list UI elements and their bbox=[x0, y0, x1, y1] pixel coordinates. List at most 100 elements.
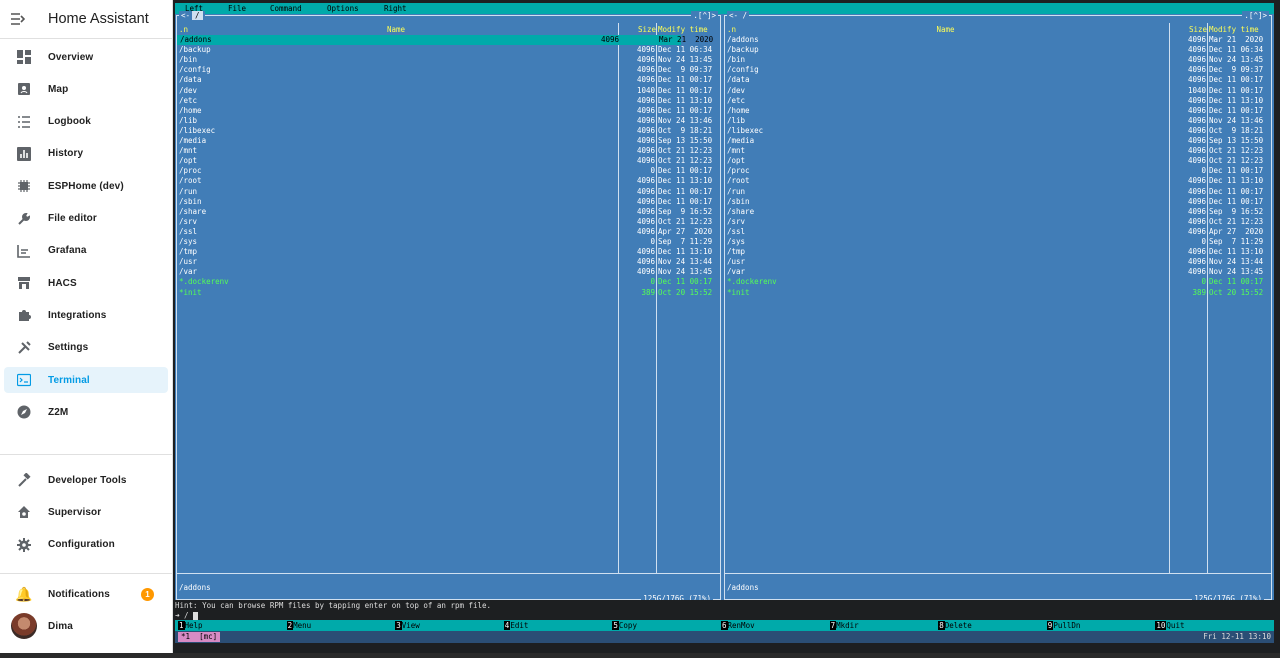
file-row[interactable]: /media 4096 Sep 13 15:50 bbox=[724, 136, 1272, 146]
file-row[interactable]: /addons 4096 Mar 21 2020 bbox=[177, 35, 713, 45]
file-row[interactable]: /sys 0 Sep 7 11:29 bbox=[724, 237, 1272, 247]
file-row[interactable]: /data 4096 Dec 11 00:17 bbox=[176, 75, 721, 85]
sidebar-item-supervisor[interactable]: Supervisor bbox=[4, 499, 168, 525]
file-row[interactable]: /opt 4096 Oct 21 12:23 bbox=[724, 156, 1272, 166]
fkey-mkdir[interactable]: 7Mkdir bbox=[829, 620, 859, 631]
sidebar-item-hacs[interactable]: HACS bbox=[4, 270, 168, 296]
tab-indicator[interactable]: *1 [mc] bbox=[178, 632, 221, 642]
menu-right[interactable]: Right bbox=[384, 4, 407, 13]
file-row[interactable]: /bin 4096 Nov 24 13:45 bbox=[176, 55, 721, 65]
file-row[interactable]: /root 4096 Dec 11 13:10 bbox=[176, 176, 721, 186]
file-row[interactable]: /run 4096 Dec 11 00:17 bbox=[176, 187, 721, 197]
file-row[interactable]: /opt 4096 Oct 21 12:23 bbox=[176, 156, 721, 166]
fkey-help[interactable]: 1Help bbox=[178, 620, 203, 631]
menu-command[interactable]: Command bbox=[270, 4, 302, 13]
file-row[interactable]: /sys 0 Sep 7 11:29 bbox=[176, 237, 721, 247]
file-row[interactable]: /var 4096 Nov 24 13:45 bbox=[176, 267, 721, 277]
file-row[interactable]: /ssl 4096 Apr 27 2020 bbox=[724, 227, 1272, 237]
file-row[interactable]: /mnt 4096 Oct 21 12:23 bbox=[176, 146, 721, 156]
file-row[interactable]: *.dockerenv 0 Dec 11 00:17 bbox=[724, 277, 1272, 287]
sidebar-item-notifications[interactable]: 🔔 Notifications 1 bbox=[4, 581, 168, 607]
right-panel[interactable]: <- / .[^]> .n Name Size Modify time/addons 409… bbox=[724, 11, 1272, 603]
column-header-name[interactable]: Name bbox=[937, 25, 955, 34]
panel-flags[interactable]: .[^]> bbox=[1242, 11, 1269, 20]
terminal-view[interactable]: Left File Command Options Right <- / .[^]>… bbox=[173, 0, 1280, 653]
sidebar-item-configuration[interactable]: Configuration bbox=[4, 532, 168, 558]
sidebar-item-overview[interactable]: Overview bbox=[4, 44, 168, 70]
fkey-edit[interactable]: 4Edit bbox=[503, 620, 528, 631]
file-row[interactable]: /config 4096 Dec 9 09:37 bbox=[724, 65, 1272, 75]
file-row[interactable]: *init 389 Oct 20 15:52 bbox=[176, 288, 721, 298]
fkey-renmov[interactable]: 6RenMov bbox=[721, 620, 755, 631]
file-row[interactable]: /dev 1040 Dec 11 00:17 bbox=[176, 86, 721, 96]
menu-file[interactable]: File bbox=[228, 4, 246, 13]
sidebar-item-user[interactable]: Dima bbox=[4, 613, 168, 639]
file-row[interactable]: /dev 1040 Dec 11 00:17 bbox=[724, 86, 1272, 96]
file-row[interactable]: /srv 4096 Oct 21 12:23 bbox=[176, 217, 721, 227]
panel-path[interactable]: <- / bbox=[727, 11, 750, 20]
sidebar-item-logbook[interactable]: Logbook bbox=[4, 109, 168, 135]
midnight-commander[interactable]: Left File Command Options Right <- / .[^]>… bbox=[175, 3, 1274, 643]
file-row[interactable]: /share 4096 Sep 9 16:52 bbox=[176, 207, 721, 217]
fkey-quit[interactable]: 10Quit bbox=[1155, 620, 1184, 631]
column-header-modify-time[interactable]: Modify time bbox=[658, 25, 708, 34]
menu-toggle-button[interactable] bbox=[0, 0, 36, 38]
sidebar-item-integrations[interactable]: Integrations bbox=[4, 302, 168, 328]
file-row[interactable]: /home 4096 Dec 11 00:17 bbox=[176, 106, 721, 116]
file-row[interactable]: /bin 4096 Nov 24 13:45 bbox=[724, 55, 1272, 65]
sidebar-item-esphome-dev[interactable]: ESPHome (dev) bbox=[4, 173, 168, 199]
sidebar-item-file-editor[interactable]: File editor bbox=[4, 206, 168, 232]
file-row[interactable]: /lib 4096 Nov 24 13:46 bbox=[724, 116, 1272, 126]
fkey-copy[interactable]: 5Copy bbox=[612, 620, 637, 631]
file-row[interactable]: /root 4096 Dec 11 13:10 bbox=[724, 176, 1272, 186]
file-row[interactable]: /etc 4096 Dec 11 13:10 bbox=[176, 96, 721, 106]
sidebar-item-developer-tools[interactable]: Developer Tools bbox=[4, 467, 168, 493]
file-row[interactable]: /media 4096 Sep 13 15:50 bbox=[176, 136, 721, 146]
sidebar-item-z2m[interactable]: Z2M bbox=[4, 399, 168, 425]
file-row[interactable]: /etc 4096 Dec 11 13:10 bbox=[724, 96, 1272, 106]
column-header-modify-time[interactable]: Modify time bbox=[1209, 25, 1259, 34]
file-row[interactable]: /lib 4096 Nov 24 13:46 bbox=[176, 116, 721, 126]
file-row[interactable]: /backup 4096 Dec 11 06:34 bbox=[176, 45, 721, 55]
file-row[interactable]: /backup 4096 Dec 11 06:34 bbox=[724, 45, 1272, 55]
file-row[interactable]: /sbin 4096 Dec 11 00:17 bbox=[724, 197, 1272, 207]
fkey-delete[interactable]: 8Delete bbox=[938, 620, 972, 631]
column-header-name[interactable]: Name bbox=[387, 25, 405, 34]
file-row[interactable]: /mnt 4096 Oct 21 12:23 bbox=[724, 146, 1272, 156]
file-row[interactable]: /srv 4096 Oct 21 12:23 bbox=[724, 217, 1272, 227]
file-row[interactable]: /share 4096 Sep 9 16:52 bbox=[724, 207, 1272, 217]
file-row[interactable]: /proc 0 Dec 11 00:17 bbox=[176, 166, 721, 176]
panel-flags[interactable]: .[^]> bbox=[691, 11, 718, 20]
file-row[interactable]: *init 389 Oct 20 15:52 bbox=[724, 288, 1272, 298]
file-row[interactable]: /tmp 4096 Dec 11 13:10 bbox=[724, 247, 1272, 257]
file-row[interactable]: /var 4096 Nov 24 13:45 bbox=[724, 267, 1272, 277]
sidebar-item-grafana[interactable]: Grafana bbox=[4, 238, 168, 264]
file-row[interactable]: /sbin 4096 Dec 11 00:17 bbox=[176, 197, 721, 207]
file-row[interactable]: /usr 4096 Nov 24 13:44 bbox=[724, 257, 1272, 267]
file-row[interactable]: /tmp 4096 Dec 11 13:10 bbox=[176, 247, 721, 257]
file-row[interactable]: /home 4096 Dec 11 00:17 bbox=[724, 106, 1272, 116]
panel-path[interactable]: <- / bbox=[179, 11, 205, 20]
sidebar-item-history[interactable]: History bbox=[4, 141, 168, 167]
file-row[interactable]: /proc 0 Dec 11 00:17 bbox=[724, 166, 1272, 176]
menu-options[interactable]: Options bbox=[327, 4, 359, 13]
file-row[interactable]: /data 4096 Dec 11 00:17 bbox=[724, 75, 1272, 85]
fkey-view[interactable]: 3View bbox=[395, 620, 420, 631]
column-header-n[interactable]: .n bbox=[727, 25, 736, 34]
fkey-pulldn[interactable]: 9PullDn bbox=[1046, 620, 1080, 631]
sidebar-item-map[interactable]: Map bbox=[4, 76, 168, 102]
file-row[interactable]: *.dockerenv 0 Dec 11 00:17 bbox=[176, 277, 721, 287]
left-panel[interactable]: <- / .[^]> .n Name Size Modify time/addons 4096… bbox=[176, 11, 721, 603]
file-row[interactable]: /usr 4096 Nov 24 13:44 bbox=[176, 257, 721, 267]
column-header-n[interactable]: .n bbox=[179, 25, 188, 34]
column-header-size[interactable]: Size bbox=[638, 25, 656, 34]
file-row[interactable]: /libexec 4096 Oct 9 18:21 bbox=[176, 126, 721, 136]
file-row[interactable]: /config 4096 Dec 9 09:37 bbox=[176, 65, 721, 75]
column-header-size[interactable]: Size bbox=[1189, 25, 1207, 34]
file-row[interactable]: /run 4096 Dec 11 00:17 bbox=[724, 187, 1272, 197]
sidebar-item-settings[interactable]: Settings bbox=[4, 335, 168, 361]
file-row[interactable]: /ssl 4096 Apr 27 2020 bbox=[176, 227, 721, 237]
sidebar-item-terminal[interactable]: Terminal bbox=[4, 367, 168, 393]
file-row[interactable]: /addons 4096 Mar 21 2020 bbox=[724, 35, 1272, 45]
file-row[interactable]: /libexec 4096 Oct 9 18:21 bbox=[724, 126, 1272, 136]
